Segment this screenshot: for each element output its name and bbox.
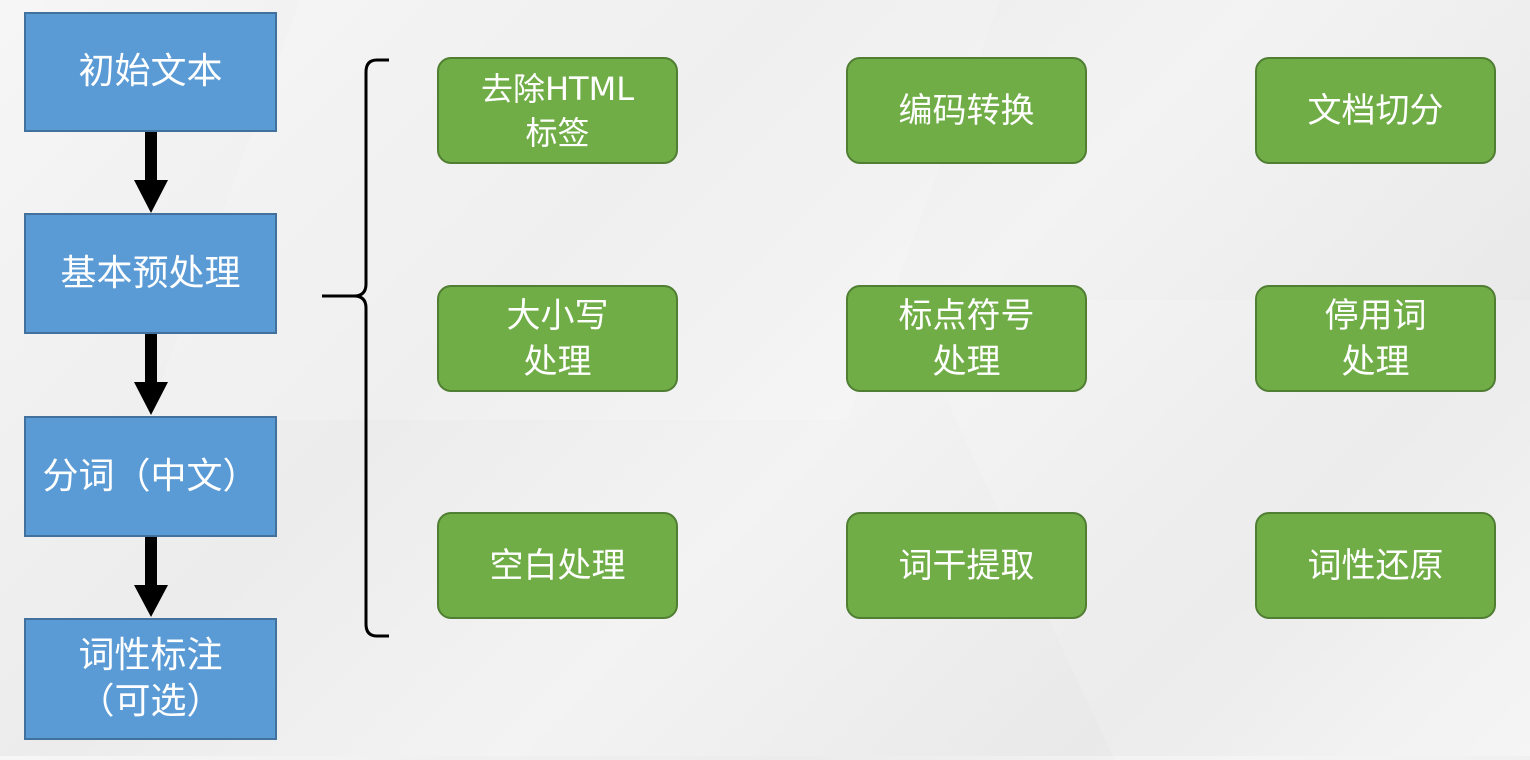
task-stemming: 词干提取 bbox=[846, 512, 1087, 619]
task-whitespace-handling: 空白处理 bbox=[437, 512, 678, 619]
task-remove-html-tags: 去除HTML 标签 bbox=[437, 57, 678, 164]
task-stopword-handling: 停用词 处理 bbox=[1255, 285, 1496, 392]
task-lemmatization: 词性还原 bbox=[1255, 512, 1496, 619]
task-case-handling: 大小写 处理 bbox=[437, 285, 678, 392]
down-arrow-icon bbox=[134, 334, 168, 415]
task-punctuation-handling: 标点符号 处理 bbox=[846, 285, 1087, 392]
task-document-splitting: 文档切分 bbox=[1255, 57, 1496, 164]
down-arrow-icon bbox=[134, 537, 168, 617]
down-arrow-icon bbox=[134, 132, 168, 213]
curly-bracket bbox=[322, 58, 389, 638]
task-encoding-conversion: 编码转换 bbox=[846, 57, 1087, 164]
